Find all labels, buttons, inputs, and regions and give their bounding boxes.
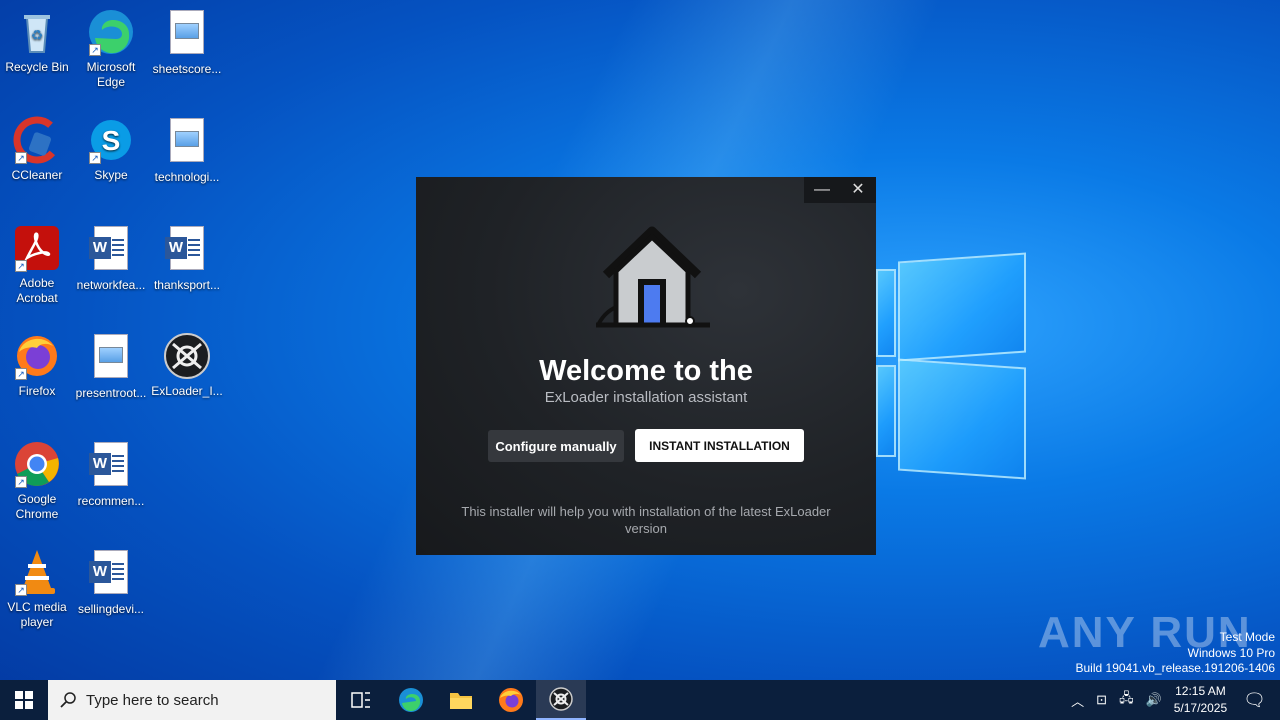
- taskbar-exloader[interactable]: [536, 680, 586, 720]
- taskbar-firefox[interactable]: [486, 680, 536, 720]
- taskbar-edge[interactable]: [386, 680, 436, 720]
- windows-wallpaper-logo: [876, 243, 1028, 480]
- image-file-icon: [163, 10, 211, 58]
- desktop-icon-recycle-bin[interactable]: ♻ Recycle Bin: [0, 8, 74, 75]
- desktop-icon-firefox[interactable]: ↗ Firefox: [0, 332, 74, 399]
- os-watermark: Test Mode Windows 10 Pro Build 19041.vb_…: [1076, 630, 1276, 677]
- desktop-icon-technologi[interactable]: technologi...: [150, 116, 224, 185]
- instant-installation-button[interactable]: INSTANT INSTALLATION: [635, 429, 804, 462]
- svg-text:♻: ♻: [31, 27, 44, 43]
- word-file-icon: W: [87, 226, 135, 274]
- desktop-icon-label: thanksport...: [153, 278, 221, 292]
- installer-description: This installer will help you with instal…: [461, 504, 831, 536]
- vlc-icon: ↗: [13, 548, 61, 596]
- desktop-icon-label: presentroot...: [75, 386, 147, 400]
- search-placeholder: Type here to search: [86, 691, 219, 709]
- folder-icon: [450, 693, 472, 709]
- desktop-icon-presentroot[interactable]: presentroot...: [74, 332, 148, 401]
- system-tray: ︿ ⊡ 🖧 🔊 12:15 AM 5/17/2025 🗨: [1065, 680, 1280, 720]
- chrome-icon: ↗: [13, 440, 61, 488]
- desktop-icon-sheetscore[interactable]: sheetscore...: [150, 8, 224, 77]
- desktop-icon-label: VLC media player: [7, 600, 67, 629]
- image-file-icon: [163, 118, 211, 166]
- taskbar-file-explorer[interactable]: [436, 680, 486, 720]
- desktop-icon-vlc[interactable]: ↗ VLC media player: [0, 548, 74, 630]
- taskbar-search-box[interactable]: Type here to search: [48, 680, 336, 720]
- clock[interactable]: 12:15 AM 5/17/2025: [1174, 683, 1227, 717]
- window-controls: — ✕: [804, 177, 876, 203]
- task-view-icon: [351, 692, 370, 708]
- taskbar: Type here to search ︿ ⊡ 🖧 🔊 12:15 AM 5/1…: [0, 680, 1280, 720]
- word-file-icon: W: [87, 550, 135, 598]
- desktop-icon-skype[interactable]: S ↗ Skype: [74, 116, 148, 183]
- acrobat-icon: ↗: [13, 224, 61, 272]
- windows-start-icon: [15, 691, 33, 709]
- skype-icon: S ↗: [87, 116, 135, 164]
- security-icon[interactable]: ⊡: [1096, 692, 1107, 708]
- firefox-icon: [499, 688, 523, 712]
- search-icon: [60, 692, 76, 708]
- word-file-icon: W: [87, 442, 135, 490]
- test-mode-text: Test Mode: [1219, 630, 1275, 644]
- desktop-icon-label: Adobe Acrobat: [16, 276, 58, 305]
- word-file-icon: W: [163, 226, 211, 274]
- image-file-icon: [87, 334, 135, 382]
- windows-edition-text: Windows 10 Pro: [1187, 645, 1275, 660]
- desktop-icon-label: sheetscore...: [152, 62, 222, 76]
- desktop-icon-adobe-acrobat[interactable]: ↗ Adobe Acrobat: [0, 224, 74, 306]
- exloader-icon: [163, 332, 211, 380]
- desktop-icon-label: CCleaner: [11, 168, 63, 182]
- desktop-icon-label: Microsoft Edge: [86, 60, 136, 89]
- exloader-icon: [549, 687, 573, 711]
- desktop-icon-ccleaner[interactable]: ↗ CCleaner: [0, 116, 74, 183]
- desktop-icon-thanksport[interactable]: W thanksport...: [150, 224, 224, 293]
- edge-icon: ↗: [87, 8, 135, 56]
- firefox-icon: ↗: [13, 332, 61, 380]
- desktop-icon-recommen[interactable]: W recommen...: [74, 440, 148, 509]
- desktop-icon-label: Recycle Bin: [5, 60, 69, 74]
- ccleaner-icon: ↗: [13, 116, 61, 164]
- desktop-icon-label: Firefox: [18, 384, 56, 398]
- desktop-icon-label: sellingdevi...: [77, 602, 145, 616]
- svg-text:S: S: [102, 125, 121, 156]
- clock-date: 5/17/2025: [1173, 701, 1228, 715]
- desktop-icon-google-chrome[interactable]: ↗ Google Chrome: [0, 440, 74, 522]
- welcome-title: Welcome to the: [539, 355, 753, 387]
- house-icon: [596, 226, 710, 328]
- desktop-icon-label: technologi...: [154, 170, 220, 184]
- network-icon[interactable]: 🖧: [1119, 689, 1134, 711]
- task-view-button[interactable]: [336, 680, 386, 720]
- desktop-icon-label: networkfea...: [76, 278, 146, 292]
- build-text: Build 19041.vb_release.191206-1406: [1075, 661, 1276, 675]
- recycle-bin-icon: ♻: [13, 8, 61, 56]
- desktop-icon-networkfea[interactable]: W networkfea...: [74, 224, 148, 293]
- exloader-installer-window: — ✕ Welcome to the ExLoader installation…: [416, 177, 876, 555]
- notification-icon[interactable]: 🗨: [1243, 690, 1266, 711]
- desktop-icon-label: recommen...: [77, 494, 145, 508]
- start-button[interactable]: [0, 680, 48, 720]
- desktop-icon-sellingdevi[interactable]: W sellingdevi...: [74, 548, 148, 617]
- minimize-button[interactable]: —: [804, 177, 840, 203]
- configure-manually-button[interactable]: Configure manually: [488, 430, 624, 462]
- desktop-icon-label: ExLoader_I...: [151, 384, 223, 398]
- close-button[interactable]: ✕: [840, 177, 876, 203]
- desktop-icon-label: Google Chrome: [15, 492, 59, 521]
- clock-time: 12:15 AM: [1175, 684, 1226, 698]
- desktop-icon-microsoft-edge[interactable]: ↗ Microsoft Edge: [74, 8, 148, 90]
- volume-icon[interactable]: 🔊: [1146, 692, 1162, 708]
- chevron-up-icon[interactable]: ︿: [1071, 691, 1084, 710]
- welcome-subtitle: ExLoader installation assistant: [544, 389, 748, 406]
- desktop-icon-label: Skype: [94, 168, 128, 182]
- desktop-icon-exloader[interactable]: ExLoader_I...: [150, 332, 224, 399]
- edge-icon: [399, 688, 423, 712]
